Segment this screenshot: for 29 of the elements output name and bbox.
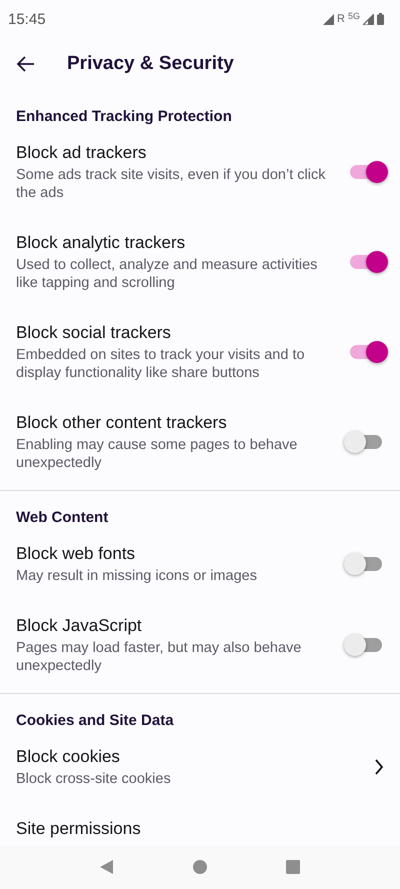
- setting-title: Block analytic trackers: [16, 232, 186, 254]
- network-type-label: 5G: [348, 11, 360, 21]
- setting-description: Used to collect, analyze and measure activities like tapping and scrolling: [16, 256, 318, 292]
- chevron-right-icon[interactable]: [374, 759, 384, 775]
- clock: 15:45: [8, 10, 47, 28]
- signal-icon: [323, 14, 334, 24]
- back-nav-icon[interactable]: [100, 860, 114, 874]
- setting-title: Block other content trackers: [16, 412, 228, 434]
- setting-title: Block web fonts: [16, 543, 136, 565]
- setting-description: Block cross-site cookies: [16, 770, 172, 788]
- setting-title: Block cookies: [16, 746, 121, 768]
- setting-title: Block ad trackers: [16, 142, 148, 164]
- setting-description: Enabling may cause some pages to behave unexpectedly: [16, 436, 298, 472]
- section-header: Web Content: [15, 508, 110, 528]
- setting-description: Pages may load faster, but may also behave unexpectedly: [16, 639, 302, 675]
- page-title: Privacy & Security: [67, 53, 234, 75]
- battery-icon: [377, 13, 384, 25]
- home-nav-icon[interactable]: [192, 860, 207, 874]
- setting-title: Block social trackers: [16, 322, 172, 344]
- recents-nav-icon[interactable]: [286, 860, 300, 874]
- roaming-label: R: [337, 13, 345, 25]
- setting-description: May result in missing icons or images: [16, 567, 258, 585]
- signal-icon: [363, 14, 374, 24]
- setting-title: Site permissions: [16, 818, 142, 840]
- section-header: Cookies and Site Data: [15, 711, 175, 731]
- setting-description: Some ads track site visits, even if you don’t click the ads: [16, 166, 326, 202]
- setting-description: Embedded on sites to track your visits and to display functionality like share buttons: [16, 346, 306, 382]
- setting-title: Block JavaScript: [16, 615, 143, 637]
- section-header: Enhanced Tracking Protection: [15, 107, 233, 127]
